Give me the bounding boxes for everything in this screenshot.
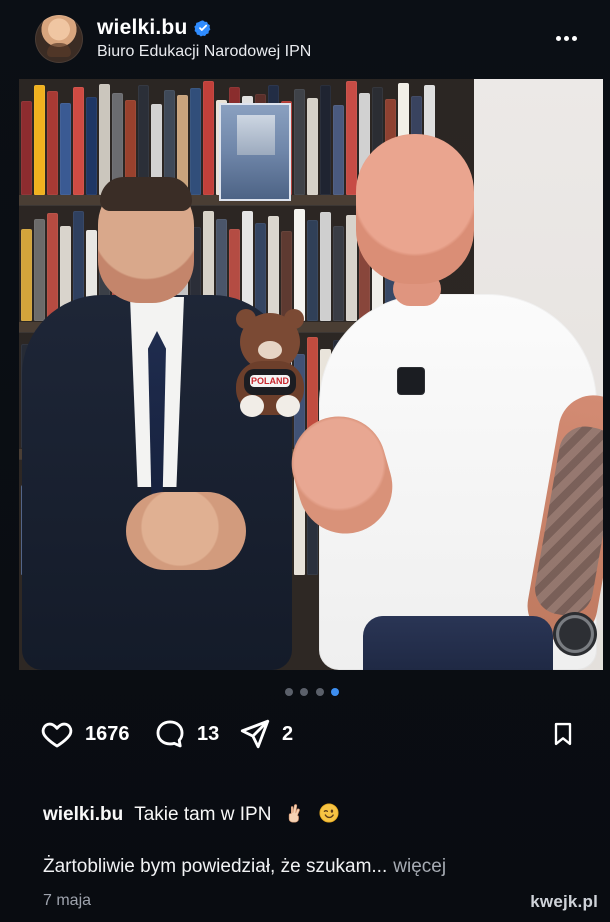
caption: wielki.bu Takie tam w IPN bbox=[43, 802, 340, 826]
verified-icon bbox=[193, 19, 212, 37]
more-link[interactable]: więcej bbox=[393, 856, 446, 877]
comment-count: 13 bbox=[197, 722, 220, 745]
comment-button[interactable]: 13 bbox=[153, 714, 219, 754]
page-subtitle[interactable]: Biuro Edukacji Narodowej IPN bbox=[97, 43, 311, 61]
watermark: kwejk.pl bbox=[530, 892, 598, 912]
carousel-indicator[interactable] bbox=[285, 688, 339, 696]
like-count: 1676 bbox=[85, 722, 130, 745]
carousel-dot-2[interactable] bbox=[300, 688, 309, 696]
post-actions: 1676 13 2 bbox=[39, 714, 579, 754]
carousel-dot-4[interactable] bbox=[330, 688, 339, 696]
man-in-tshirt bbox=[280, 134, 603, 670]
username[interactable]: wielki.bu bbox=[97, 16, 188, 40]
avatar[interactable] bbox=[35, 15, 83, 63]
watermark-text: kwejk.pl bbox=[530, 892, 598, 911]
caption-extended: Żartobliwie bym powiedział, że szukam...… bbox=[43, 856, 446, 878]
post-media[interactable]: POLAND bbox=[19, 79, 603, 670]
caption-username[interactable]: wielki.bu bbox=[43, 804, 123, 825]
share-button[interactable]: 2 bbox=[238, 714, 293, 754]
victory-hand-icon bbox=[285, 803, 305, 823]
more-icon[interactable] bbox=[552, 24, 580, 52]
caption-extended-text: Żartobliwie bym powiedział, że szukam... bbox=[43, 856, 388, 877]
bookmark-icon[interactable] bbox=[547, 714, 579, 754]
winking-face-icon bbox=[318, 802, 340, 824]
like-button[interactable]: 1676 bbox=[39, 714, 130, 754]
post-header: wielki.bu Biuro Edukacji Narodowej IPN bbox=[0, 0, 610, 78]
heart-icon bbox=[39, 717, 75, 751]
caption-text: Takie tam w IPN bbox=[134, 804, 272, 825]
post-date: 7 maja bbox=[43, 892, 92, 909]
comment-icon bbox=[153, 717, 187, 751]
carousel-dot-1[interactable] bbox=[285, 688, 293, 696]
carousel-dot-3[interactable] bbox=[315, 688, 324, 696]
teddy-bear: POLAND bbox=[224, 309, 316, 425]
share-count: 2 bbox=[282, 722, 294, 745]
username-row: wielki.bu bbox=[97, 16, 212, 40]
bear-label: POLAND bbox=[250, 375, 290, 387]
post-screen: wielki.bu Biuro Edukacji Narodowej IPN P… bbox=[0, 0, 610, 922]
share-icon bbox=[238, 717, 272, 751]
